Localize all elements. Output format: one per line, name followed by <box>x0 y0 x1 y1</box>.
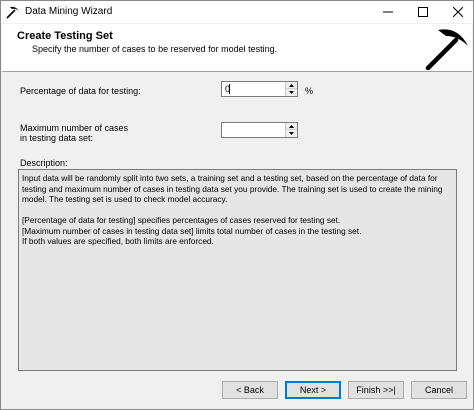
description-line: [Percentage of data for testing] specifi… <box>22 215 341 225</box>
max-cases-spin-buttons <box>285 123 297 137</box>
max-cases-down-button[interactable] <box>286 130 297 137</box>
close-icon <box>453 7 463 17</box>
percentage-spinner[interactable]: 0 <box>221 81 298 97</box>
arrow-up-icon <box>289 83 294 87</box>
arrow-up-icon <box>289 124 294 128</box>
title-bar: Data Mining Wizard <box>1 1 473 23</box>
maximize-button[interactable] <box>406 1 440 23</box>
cancel-button[interactable]: Cancel <box>411 381 467 399</box>
window-title: Data Mining Wizard <box>25 6 113 17</box>
pickaxe-icon <box>6 5 20 19</box>
minimize-button[interactable] <box>371 1 405 23</box>
finish-button[interactable]: Finish >>| <box>348 381 404 399</box>
percentage-down-button[interactable] <box>286 89 297 96</box>
wizard-header: Create Testing Set Specify the number of… <box>2 24 472 72</box>
page-subtitle: Specify the number of cases to be reserv… <box>32 44 278 54</box>
max-cases-label-line1: Maximum number of cases <box>20 123 129 133</box>
data-mining-wizard-window: Data Mining Wizard Create Testing Set Sp… <box>0 0 474 410</box>
description-box: Input data will be randomly split into t… <box>18 169 457 371</box>
back-button[interactable]: < Back <box>222 381 278 399</box>
percentage-label: Percentage of data for testing: <box>20 86 141 96</box>
max-cases-up-button[interactable] <box>286 123 297 130</box>
percentage-up-button[interactable] <box>286 82 297 89</box>
max-cases-label-line2: in testing data set: <box>20 133 94 143</box>
description-label: Description: <box>20 158 68 168</box>
next-button[interactable]: Next > <box>285 381 341 399</box>
description-paragraph: Input data will be randomly split into t… <box>22 173 443 204</box>
description-line: [Maximum number of cases in testing data… <box>22 225 362 236</box>
arrow-down-icon <box>289 91 294 94</box>
close-button[interactable] <box>441 1 474 23</box>
maximize-icon <box>418 7 428 17</box>
percentage-spin-buttons <box>285 82 297 96</box>
arrow-down-icon <box>289 132 294 135</box>
max-cases-spinner[interactable] <box>221 122 298 138</box>
description-line: If both values are specified, both limit… <box>22 236 214 246</box>
percentage-unit: % <box>305 86 314 96</box>
text-cursor <box>229 84 230 94</box>
pickaxe-icon <box>425 29 468 70</box>
minimize-icon <box>383 11 393 13</box>
page-title: Create Testing Set <box>17 30 113 42</box>
